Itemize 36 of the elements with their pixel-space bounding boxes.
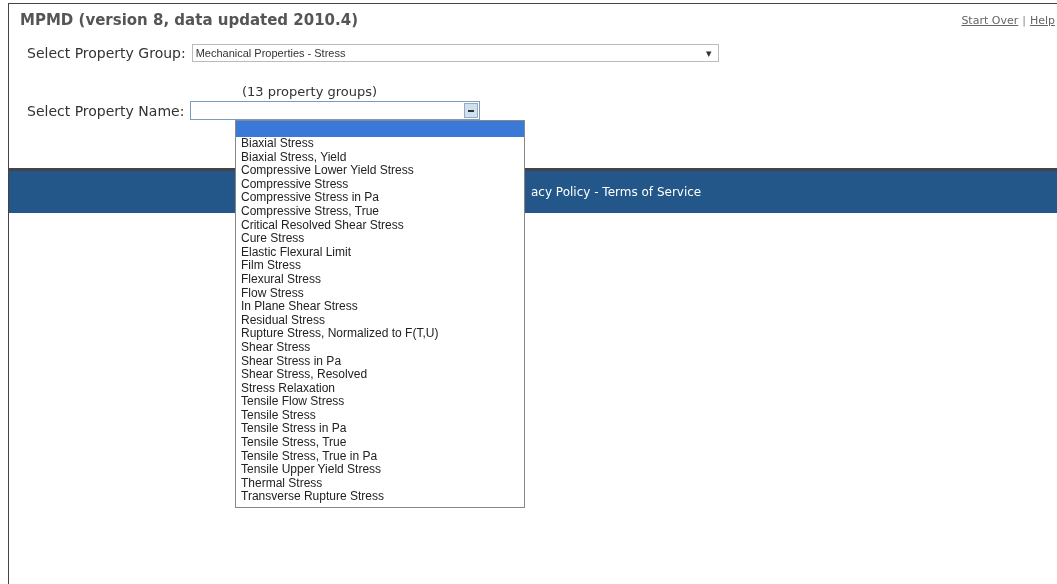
property-group-select[interactable]: Mechanical Properties - Stress ▾ [191, 44, 719, 62]
dropdown-option[interactable]: Tensile Flow Stress [236, 395, 524, 409]
dropdown-option[interactable]: Tensile Stress, True in Pa [236, 449, 524, 464]
dropdown-option[interactable]: Residual Stress [236, 313, 524, 328]
dropdown-option[interactable]: Film Stress [236, 259, 524, 273]
dropdown-option[interactable]: Compressive Stress, True [236, 204, 524, 219]
dropdown-option[interactable]: Tensile Upper Yield Stress [236, 463, 524, 477]
dropdown-option[interactable]: Cure Stress [236, 232, 524, 246]
dropdown-option[interactable]: Elastic Flexural Limit [236, 245, 524, 260]
footer-text: acy Policy - Terms of Service [531, 185, 702, 199]
dropdown-option[interactable]: In Plane Shear Stress [236, 300, 524, 314]
dropdown-option[interactable]: Flow Stress [236, 286, 524, 301]
page-title: MPMD (version 8, data updated 2010.4) [20, 11, 359, 29]
help-link[interactable]: Help [1029, 13, 1055, 27]
dropdown-option[interactable]: Flexural Stress [236, 272, 524, 287]
dropdown-option[interactable]: Critical Resolved Shear Stress [236, 218, 524, 233]
dropdown-option[interactable]: Rupture Stress, Normalized to F(T,U) [236, 327, 524, 341]
dropdown-option[interactable]: Compressive Stress [236, 177, 524, 192]
dropdown-option[interactable]: Shear Stress, Resolved [236, 368, 524, 382]
dropdown-option[interactable]: Shear Stress in Pa [236, 354, 524, 369]
dropdown-option[interactable]: Tensile Stress [236, 408, 524, 423]
dropdown-option[interactable]: Shear Stress [236, 340, 524, 355]
field-label: Select Property Name: [27, 102, 185, 119]
dropdown-option[interactable]: Stress Relaxation [236, 381, 524, 396]
dropdown-option[interactable]: Thermal Stress [236, 476, 524, 491]
dropdown-option[interactable]: Tensile Stress in Pa [236, 422, 524, 437]
field-label: Select Property Group: [27, 45, 186, 61]
dropdown-option[interactable]: Biaxial Stress [236, 137, 524, 151]
dropdown-option[interactable]: Biaxial Stress, Yield [236, 150, 524, 165]
dropdown-option[interactable]: Compressive Stress in Pa [236, 191, 524, 205]
dropdown-option[interactable]: Compressive Lower Yield Stress [236, 164, 524, 178]
dropdown-option[interactable]: Transverse Rupture Stress [236, 490, 524, 505]
dropdown-option[interactable]: Tensile Stress, True [236, 436, 524, 450]
start-over-link[interactable]: Start Over [961, 13, 1019, 27]
group-count: (13 property groups) [241, 83, 379, 99]
link-separator: | [1022, 13, 1026, 27]
